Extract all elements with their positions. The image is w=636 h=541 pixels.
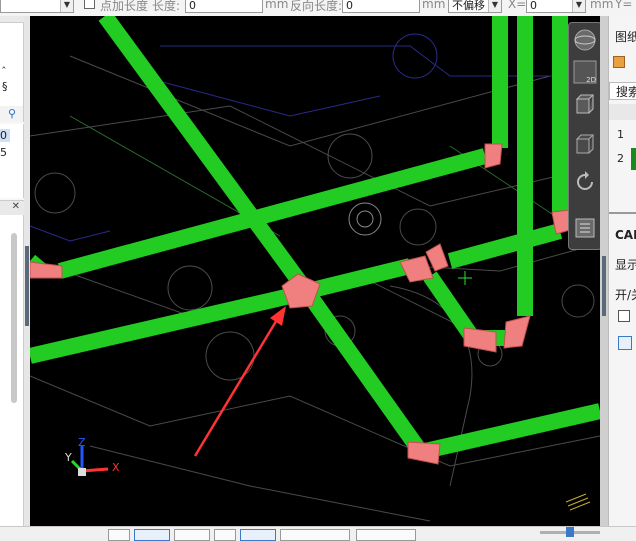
length-label: 长度: bbox=[152, 0, 181, 13]
status-bar bbox=[0, 526, 636, 541]
status-button-7[interactable] bbox=[356, 529, 416, 541]
search-input[interactable]: 搜索 bbox=[609, 82, 636, 100]
view-2d-button[interactable]: 2D bbox=[572, 59, 598, 85]
property-toolbar: ▼ 点加长度 长度: 0 mm 反向长度: 0 mm 不偏移 ▼ X= 0 ▼ … bbox=[0, 0, 636, 17]
left-panel-symbol-1: ‸ bbox=[2, 56, 6, 69]
status-button-5[interactable] bbox=[240, 529, 276, 541]
reverse-length-input-value: 0 bbox=[346, 0, 353, 12]
left-panel-scrollbar[interactable] bbox=[11, 233, 17, 403]
point-length-label: 点加长度 bbox=[100, 0, 149, 13]
view-cube-icon[interactable] bbox=[572, 91, 598, 117]
left-panel-symbol-2: § bbox=[2, 80, 8, 93]
x-unit: mm bbox=[590, 0, 614, 11]
left-splitter-handle[interactable] bbox=[25, 246, 29, 326]
reverse-length-input[interactable]: 0 bbox=[342, 0, 420, 13]
point-length-checkbox[interactable] bbox=[84, 0, 95, 9]
axis-x-label: X bbox=[112, 461, 120, 474]
axis-y-label: Y bbox=[64, 451, 72, 464]
layer-toggle-button[interactable] bbox=[618, 336, 632, 350]
right-panel: 图纸 搜索 1 2 CAI 显示 开/关 bbox=[608, 16, 636, 540]
x-input[interactable]: 0 ▼ bbox=[526, 0, 586, 13]
left-panel-search-row[interactable]: ⚲ bbox=[0, 106, 24, 122]
left-panel: ‸ § ⚲ 0 5 ✕ bbox=[0, 16, 24, 540]
layer-icon[interactable] bbox=[572, 215, 598, 241]
onoff-checkbox[interactable] bbox=[618, 310, 630, 322]
length-unit: mm bbox=[265, 0, 289, 11]
status-button-2[interactable] bbox=[134, 529, 170, 541]
left-panel-section-header: ✕ bbox=[0, 200, 24, 216]
onoff-label: 开/关 bbox=[615, 288, 636, 302]
status-button-6[interactable] bbox=[280, 529, 350, 541]
cursor-crosshair bbox=[458, 271, 472, 285]
left-panel-top-strip bbox=[0, 16, 24, 23]
offset-mode-select[interactable]: 不偏移 ▼ bbox=[448, 0, 502, 13]
list-row-2[interactable]: 2 bbox=[617, 152, 624, 165]
chevron-down-icon: ▼ bbox=[488, 0, 501, 12]
left-panel-list-middle: 0 5 bbox=[0, 124, 24, 198]
x-label: X= bbox=[508, 0, 527, 11]
drawing-tab[interactable]: 图纸 bbox=[609, 28, 636, 45]
status-button-1[interactable] bbox=[108, 529, 130, 541]
north-marker bbox=[565, 493, 591, 511]
zoom-slider-thumb[interactable] bbox=[566, 527, 574, 537]
reverse-length-unit: mm bbox=[422, 0, 446, 11]
row-color-swatch bbox=[631, 148, 636, 170]
cad-drawing[interactable]: X Y Z bbox=[30, 16, 600, 526]
left-panel-list-bottom bbox=[0, 215, 24, 540]
chevron-down-icon: ▼ bbox=[60, 0, 73, 12]
left-panel-row-0[interactable]: 0 bbox=[0, 129, 10, 142]
right-splitter-handle[interactable] bbox=[602, 256, 606, 316]
view-toolbar: 2D bbox=[568, 22, 602, 250]
axis-z-label: Z bbox=[78, 436, 86, 449]
x-input-value: 0 bbox=[530, 0, 537, 12]
right-splitter[interactable] bbox=[600, 16, 608, 526]
axis-gizmo: X Y Z bbox=[64, 436, 120, 476]
cad-viewport[interactable]: X Y Z bbox=[30, 16, 600, 526]
globe-icon[interactable] bbox=[572, 27, 598, 53]
offset-mode-value: 不偏移 bbox=[452, 0, 485, 12]
cad-tab[interactable]: CAI bbox=[609, 228, 636, 242]
close-icon[interactable]: ✕ bbox=[12, 201, 20, 212]
length-input-value: 0 bbox=[189, 0, 196, 12]
add-drawing-icon[interactable] bbox=[613, 56, 625, 68]
reverse-length-label: 反向长度: bbox=[290, 0, 343, 13]
type-select[interactable]: ▼ bbox=[0, 0, 74, 13]
left-panel-row-1[interactable]: 5 bbox=[0, 146, 7, 159]
search-icon[interactable]: ⚲ bbox=[8, 107, 16, 120]
display-label: 显示 bbox=[615, 258, 636, 272]
status-button-4[interactable] bbox=[214, 529, 236, 541]
view-2d-label: 2D bbox=[586, 76, 596, 84]
pipe-network bbox=[30, 16, 600, 459]
annotation-arrow bbox=[193, 306, 286, 457]
panel-divider bbox=[609, 212, 636, 214]
cad-fixture-symbol bbox=[348, 202, 382, 236]
wire-cube-icon[interactable] bbox=[572, 131, 598, 157]
length-input[interactable]: 0 bbox=[185, 0, 263, 13]
chevron-down-icon: ▼ bbox=[572, 0, 585, 12]
list-row-1[interactable]: 1 bbox=[617, 128, 624, 141]
status-button-3[interactable] bbox=[174, 529, 210, 541]
rotate-icon[interactable] bbox=[572, 169, 598, 195]
list-header bbox=[609, 104, 636, 120]
y-label: Y= bbox=[615, 0, 633, 11]
left-panel-list-top: ‸ § bbox=[0, 16, 24, 106]
